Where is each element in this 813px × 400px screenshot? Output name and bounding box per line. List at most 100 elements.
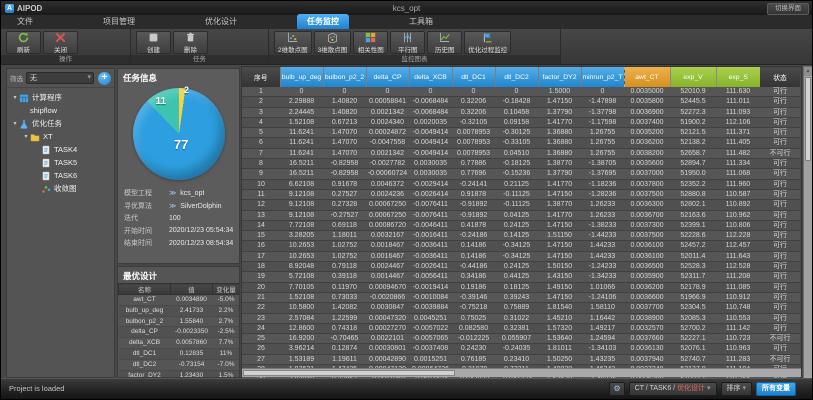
- column-header-delta_XCB[interactable]: delta_XCB: [409, 67, 452, 87]
- variable-name-link[interactable]: delta_XCB: [119, 338, 171, 349]
- tab-2[interactable]: 优化设计: [195, 14, 247, 29]
- field-value[interactable]: ≫ SilverDolphin: [169, 202, 222, 210]
- table-row[interactable]: 711.62411.470700.0021342-0.00494140.0078…: [242, 148, 800, 158]
- table-row[interactable]: 2412.86000.743180.00027270-0.00570220.08…: [242, 323, 800, 333]
- 历史图-button[interactable]: 历史图: [427, 31, 462, 54]
- sort-button[interactable]: 排序 ▾: [721, 382, 752, 396]
- table-row[interactable]: 511.62411.470700.00024872-0.00494140.007…: [242, 128, 800, 138]
- optimal-row[interactable]: bulb_up_deg2.417332.2%: [119, 305, 240, 316]
- table-row[interactable]: 207.701050.119700.00094670-0.00194140.19…: [242, 282, 800, 292]
- column-header-exp_V[interactable]: exp_V: [670, 67, 716, 87]
- table-row[interactable]: 10000001.500000.003500052010.9111.630可行: [242, 87, 800, 97]
- optimal-row[interactable]: factor_DY21.234301.5%: [119, 370, 240, 378]
- table-row[interactable]: 129.121080.273280.00067250-0.0076411-0.9…: [242, 200, 800, 210]
- column-header-bulb_up_deg[interactable]: bulb_up_deg: [280, 67, 323, 87]
- column-header-dtl_DC2[interactable]: dtl_DC2: [495, 67, 538, 87]
- table-row[interactable]: 188.920480.791180.0024467-0.0026411-0.44…: [242, 262, 800, 272]
- column-header-minrun_p2_T[interactable]: minrun_p2_T: [581, 67, 624, 87]
- table-row[interactable]: 232.570841.225990.000473200.00452510.750…: [242, 313, 800, 323]
- 关闭-button[interactable]: 关闭: [43, 31, 78, 54]
- optimal-col-header[interactable]: 变化量: [213, 284, 240, 295]
- tree-item-TASK6[interactable]: TASK6: [7, 169, 114, 182]
- tree-item-收敛图[interactable]: 收敛图: [7, 182, 114, 195]
- table-row[interactable]: 271.531891.196110.000428900.00152510.761…: [242, 354, 800, 364]
- variable-name-link[interactable]: bulbon_p2_2: [119, 316, 171, 327]
- column-header-delta_CP[interactable]: delta_CP: [366, 67, 409, 87]
- 刷新-button[interactable]: 刷新: [6, 31, 41, 54]
- tree-item-shipflow[interactable]: shipflow: [7, 104, 114, 117]
- variable-name-link[interactable]: bulb_up_deg: [119, 305, 171, 316]
- optimal-col-header[interactable]: 值: [171, 284, 213, 295]
- table-row[interactable]: 816.5211-0.82958-0.00277820.00300350.778…: [242, 159, 800, 169]
- column-header-序号[interactable]: 序号: [242, 67, 280, 87]
- expand-arrow-icon[interactable]: ▾: [11, 94, 19, 101]
- column-header-bulbon_p2_2[interactable]: bulbon_p2_2: [323, 67, 366, 87]
- breadcrumb-button[interactable]: CT / TASK6 / 优化设计 ▾: [629, 382, 717, 396]
- table-row[interactable]: 211.521080.73033-0.0020866-0.0010084-0.3…: [242, 292, 800, 302]
- table-row[interactable]: 147.721080.691180.00086720-0.00464110.41…: [242, 220, 800, 230]
- table-row[interactable]: 195.721080.391180.0014467-0.00564110.341…: [242, 272, 800, 282]
- tree-item-XT[interactable]: ▾XT: [7, 130, 114, 143]
- expand-arrow-icon[interactable]: ▾: [22, 133, 30, 140]
- tree-item-计算程序[interactable]: ▾计算程序: [7, 91, 114, 104]
- tab-0[interactable]: 文件: [7, 14, 43, 29]
- column-header-状态[interactable]: 状态: [760, 67, 800, 87]
- horizontal-scrollbar[interactable]: [242, 368, 801, 377]
- tab-1[interactable]: 项目管理: [93, 14, 145, 29]
- variable-name-link[interactable]: awt_CT: [119, 295, 171, 306]
- optimal-row[interactable]: dtl_DC2-0.73154-7.0%: [119, 359, 240, 370]
- table-row[interactable]: 22.298881.408200.00058841-0.00684840.322…: [242, 97, 800, 107]
- 相关性图-button[interactable]: 相关性图: [353, 31, 388, 54]
- column-header-awt_CT[interactable]: awt_CT: [624, 67, 670, 87]
- tab-4[interactable]: 工具箱: [399, 14, 443, 29]
- optimal-row[interactable]: dtl_DC10.1283511%: [119, 348, 240, 359]
- table-row[interactable]: 1710.26531.027520.0016467-0.00364110.141…: [242, 251, 800, 261]
- filter-dropdown[interactable]: 无 ▾: [26, 72, 94, 84]
- 创建-button[interactable]: 创建: [136, 31, 171, 54]
- variable-name-link[interactable]: delta_CP: [119, 327, 171, 338]
- tree-item-优化任务[interactable]: ▾优化任务: [7, 117, 114, 130]
- optimal-row[interactable]: delta_XCB0.00578607.7%: [119, 338, 240, 349]
- settings-button[interactable]: ⚙: [609, 382, 624, 396]
- scrollbar-thumb[interactable]: [805, 77, 811, 161]
- cell: 0.04510: [495, 148, 538, 158]
- layout-switch-button[interactable]: 切换界面: [767, 3, 809, 15]
- table-row[interactable]: 1610.26531.027520.0018467-0.00364110.141…: [242, 241, 800, 251]
- variable-name-link[interactable]: dtl_DC1: [119, 348, 171, 359]
- table-row[interactable]: 2210.58001.420820.0030847-0.0039884-0.75…: [242, 303, 800, 313]
- vertical-scrollbar[interactable]: ▲ ▼: [803, 66, 813, 391]
- column-header-exp_S[interactable]: exp_S: [716, 67, 760, 87]
- field-value[interactable]: ≫ kcs_opt: [169, 189, 204, 197]
- tree-item-TASK4[interactable]: TASK4: [7, 143, 114, 156]
- variable-name-link[interactable]: factor_DY2: [119, 370, 171, 378]
- table-row[interactable]: 263.962140.128740.00030801-0.00374080.24…: [242, 344, 800, 354]
- 平行图-button[interactable]: 平行图: [390, 31, 425, 54]
- 2维散点图-button[interactable]: 2维散点图: [274, 31, 312, 54]
- optimal-row[interactable]: delta_CP-0.0023350-2.5%: [119, 327, 240, 338]
- 删除-button[interactable]: 删除: [173, 31, 208, 54]
- table-row[interactable]: 106.621080.916780.0046372-0.0029414-0.24…: [242, 179, 800, 189]
- table-row[interactable]: 32.244451.408200.0021342-0.00684840.3220…: [242, 107, 800, 117]
- add-button[interactable]: +: [98, 72, 111, 85]
- table-row[interactable]: 153.282051.180110.0032167-0.0016411-0.24…: [242, 231, 800, 241]
- scroll-up-arrow[interactable]: ▲: [804, 67, 812, 76]
- optimal-row[interactable]: awt_CT0.0034890-5.0%: [119, 295, 240, 306]
- expand-arrow-icon[interactable]: ▾: [11, 120, 19, 127]
- tab-3[interactable]: 任务监控: [297, 14, 349, 29]
- table-row[interactable]: 139.12108-0.275270.00067250-0.0076411-0.…: [242, 210, 800, 220]
- scrollbar-thumb[interactable]: [243, 370, 455, 376]
- table-row[interactable]: 41.521080.672130.00243400.0020035-0.3210…: [242, 117, 800, 127]
- table-row[interactable]: 2516.9200-0.704650.0022101-0.0057065-0.0…: [242, 334, 800, 344]
- optimal-col-header[interactable]: 名称: [119, 284, 171, 295]
- tree-item-TASK5[interactable]: TASK5: [7, 156, 114, 169]
- 优化过程监控-button[interactable]: 优化过程监控: [464, 31, 511, 54]
- table-row[interactable]: 916.5211-0.82958-0.000607240.00300350.77…: [242, 169, 800, 179]
- all-variables-button[interactable]: 所有变量: [756, 382, 796, 396]
- 3维散点图-button[interactable]: 3维散点图: [314, 31, 352, 54]
- variable-name-link[interactable]: dtl_DC2: [119, 359, 171, 370]
- column-header-dtl_DC1[interactable]: dtl_DC1: [452, 67, 495, 87]
- optimal-row[interactable]: bulbon_p2_21.558402.7%: [119, 316, 240, 327]
- table-row[interactable]: 611.62411.47070-0.0047558-0.00494140.007…: [242, 138, 800, 148]
- column-header-factor_DY2[interactable]: factor_DY2: [538, 67, 581, 87]
- table-row[interactable]: 119.121080.275270.0024236-0.00264140.918…: [242, 189, 800, 199]
